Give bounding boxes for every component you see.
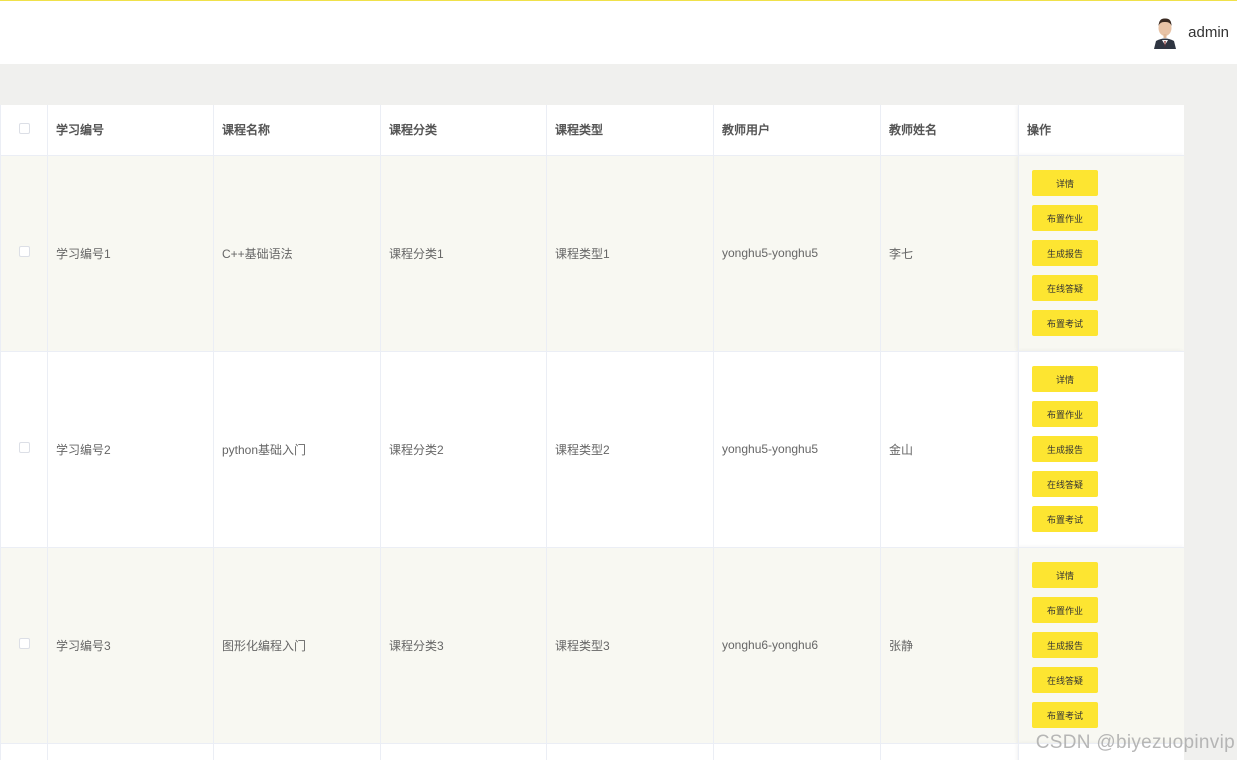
top-bar: admin: [0, 0, 1237, 64]
cell-type: 课程类型2: [546, 351, 714, 548]
cell-course-name: 图形化编程入门: [213, 547, 381, 744]
column-header-category[interactable]: 课程分类: [380, 105, 547, 156]
select-all-cell: [0, 105, 48, 156]
user-menu[interactable]: admin: [1152, 15, 1229, 49]
cell-teacher-name: 李七: [880, 155, 1019, 352]
cell-study-no: [47, 743, 214, 760]
cell-teacher-name: 金山: [880, 351, 1019, 548]
username[interactable]: admin: [1188, 24, 1229, 41]
column-header-teacher-user[interactable]: 教师用户: [713, 105, 881, 156]
cell-category: 课程分类1: [380, 155, 547, 352]
generate-report-button[interactable]: 生成报告: [1032, 632, 1098, 658]
table-row: 学习编号3 图形化编程入门 课程分类3 课程类型3 yonghu6-yonghu…: [0, 547, 1184, 744]
row-select-cell: [0, 547, 48, 744]
cell-category: 课程分类3: [380, 547, 547, 744]
row-checkbox[interactable]: [18, 638, 30, 649]
assign-exam-button[interactable]: 布置考试: [1032, 310, 1098, 336]
data-table: 学习编号 课程名称 课程分类 课程类型 教师用户 教师姓名 操作 学习编号1 C…: [0, 105, 1184, 760]
cell-study-no: 学习编号1: [47, 155, 214, 352]
row-select-cell: [0, 351, 48, 548]
select-all-checkbox[interactable]: [18, 122, 30, 134]
column-header-teacher-name[interactable]: 教师姓名: [880, 105, 1019, 156]
cell-actions: 详情 布置作业 生成报告 在线答疑 布置考试: [1018, 155, 1184, 352]
avatar[interactable]: [1152, 15, 1179, 49]
cell-course-name: [213, 743, 381, 760]
online-qa-button[interactable]: 在线答疑: [1032, 275, 1098, 301]
cell-actions: 详情 布置作业 生成报告 在线答疑 布置考试: [1018, 351, 1184, 548]
row-checkbox[interactable]: [18, 442, 30, 453]
detail-button[interactable]: 详情: [1032, 562, 1098, 588]
cell-teacher-name: 张静: [880, 547, 1019, 744]
assign-exam-button[interactable]: 布置考试: [1032, 506, 1098, 532]
detail-button[interactable]: 详情: [1032, 170, 1098, 196]
cell-category: [380, 743, 547, 760]
row-select-cell: [0, 743, 48, 760]
online-qa-button[interactable]: 在线答疑: [1032, 667, 1098, 693]
cell-type: 课程类型1: [546, 155, 714, 352]
cell-type: 课程类型3: [546, 547, 714, 744]
assign-homework-button[interactable]: 布置作业: [1032, 401, 1098, 427]
generate-report-button[interactable]: 生成报告: [1032, 240, 1098, 266]
column-header-type[interactable]: 课程类型: [546, 105, 714, 156]
cell-teacher-user: [713, 743, 881, 760]
column-header-study-no[interactable]: 学习编号: [47, 105, 214, 156]
cell-course-name: C++基础语法: [213, 155, 381, 352]
detail-button[interactable]: 详情: [1032, 366, 1098, 392]
assign-homework-button[interactable]: 布置作业: [1032, 597, 1098, 623]
assign-exam-button[interactable]: 布置考试: [1032, 702, 1098, 728]
row-checkbox[interactable]: [18, 246, 30, 257]
cell-type: [546, 743, 714, 760]
cell-teacher-user: yonghu5-yonghu5: [713, 155, 881, 352]
cell-teacher-name: [880, 743, 1019, 760]
column-header-course-name[interactable]: 课程名称: [213, 105, 381, 156]
cell-study-no: 学习编号2: [47, 351, 214, 548]
cell-teacher-user: yonghu5-yonghu5: [713, 351, 881, 548]
table-row: 学习编号2 python基础入门 课程分类2 课程类型2 yonghu5-yon…: [0, 351, 1184, 548]
cell-course-name: python基础入门: [213, 351, 381, 548]
cell-actions: 详情 布置作业 生成报告 在线答疑 布置考试: [1018, 547, 1184, 744]
row-select-cell: [0, 155, 48, 352]
generate-report-button[interactable]: 生成报告: [1032, 436, 1098, 462]
table-header-row: 学习编号 课程名称 课程分类 课程类型 教师用户 教师姓名 操作: [0, 105, 1184, 156]
table-row: [0, 743, 1184, 760]
column-header-actions: 操作: [1018, 105, 1184, 156]
watermark: CSDN @biyezuopinvip: [1035, 732, 1235, 753]
online-qa-button[interactable]: 在线答疑: [1032, 471, 1098, 497]
cell-category: 课程分类2: [380, 351, 547, 548]
table-row: 学习编号1 C++基础语法 课程分类1 课程类型1 yonghu5-yonghu…: [0, 155, 1184, 352]
cell-teacher-user: yonghu6-yonghu6: [713, 547, 881, 744]
assign-homework-button[interactable]: 布置作业: [1032, 205, 1098, 231]
cell-study-no: 学习编号3: [47, 547, 214, 744]
